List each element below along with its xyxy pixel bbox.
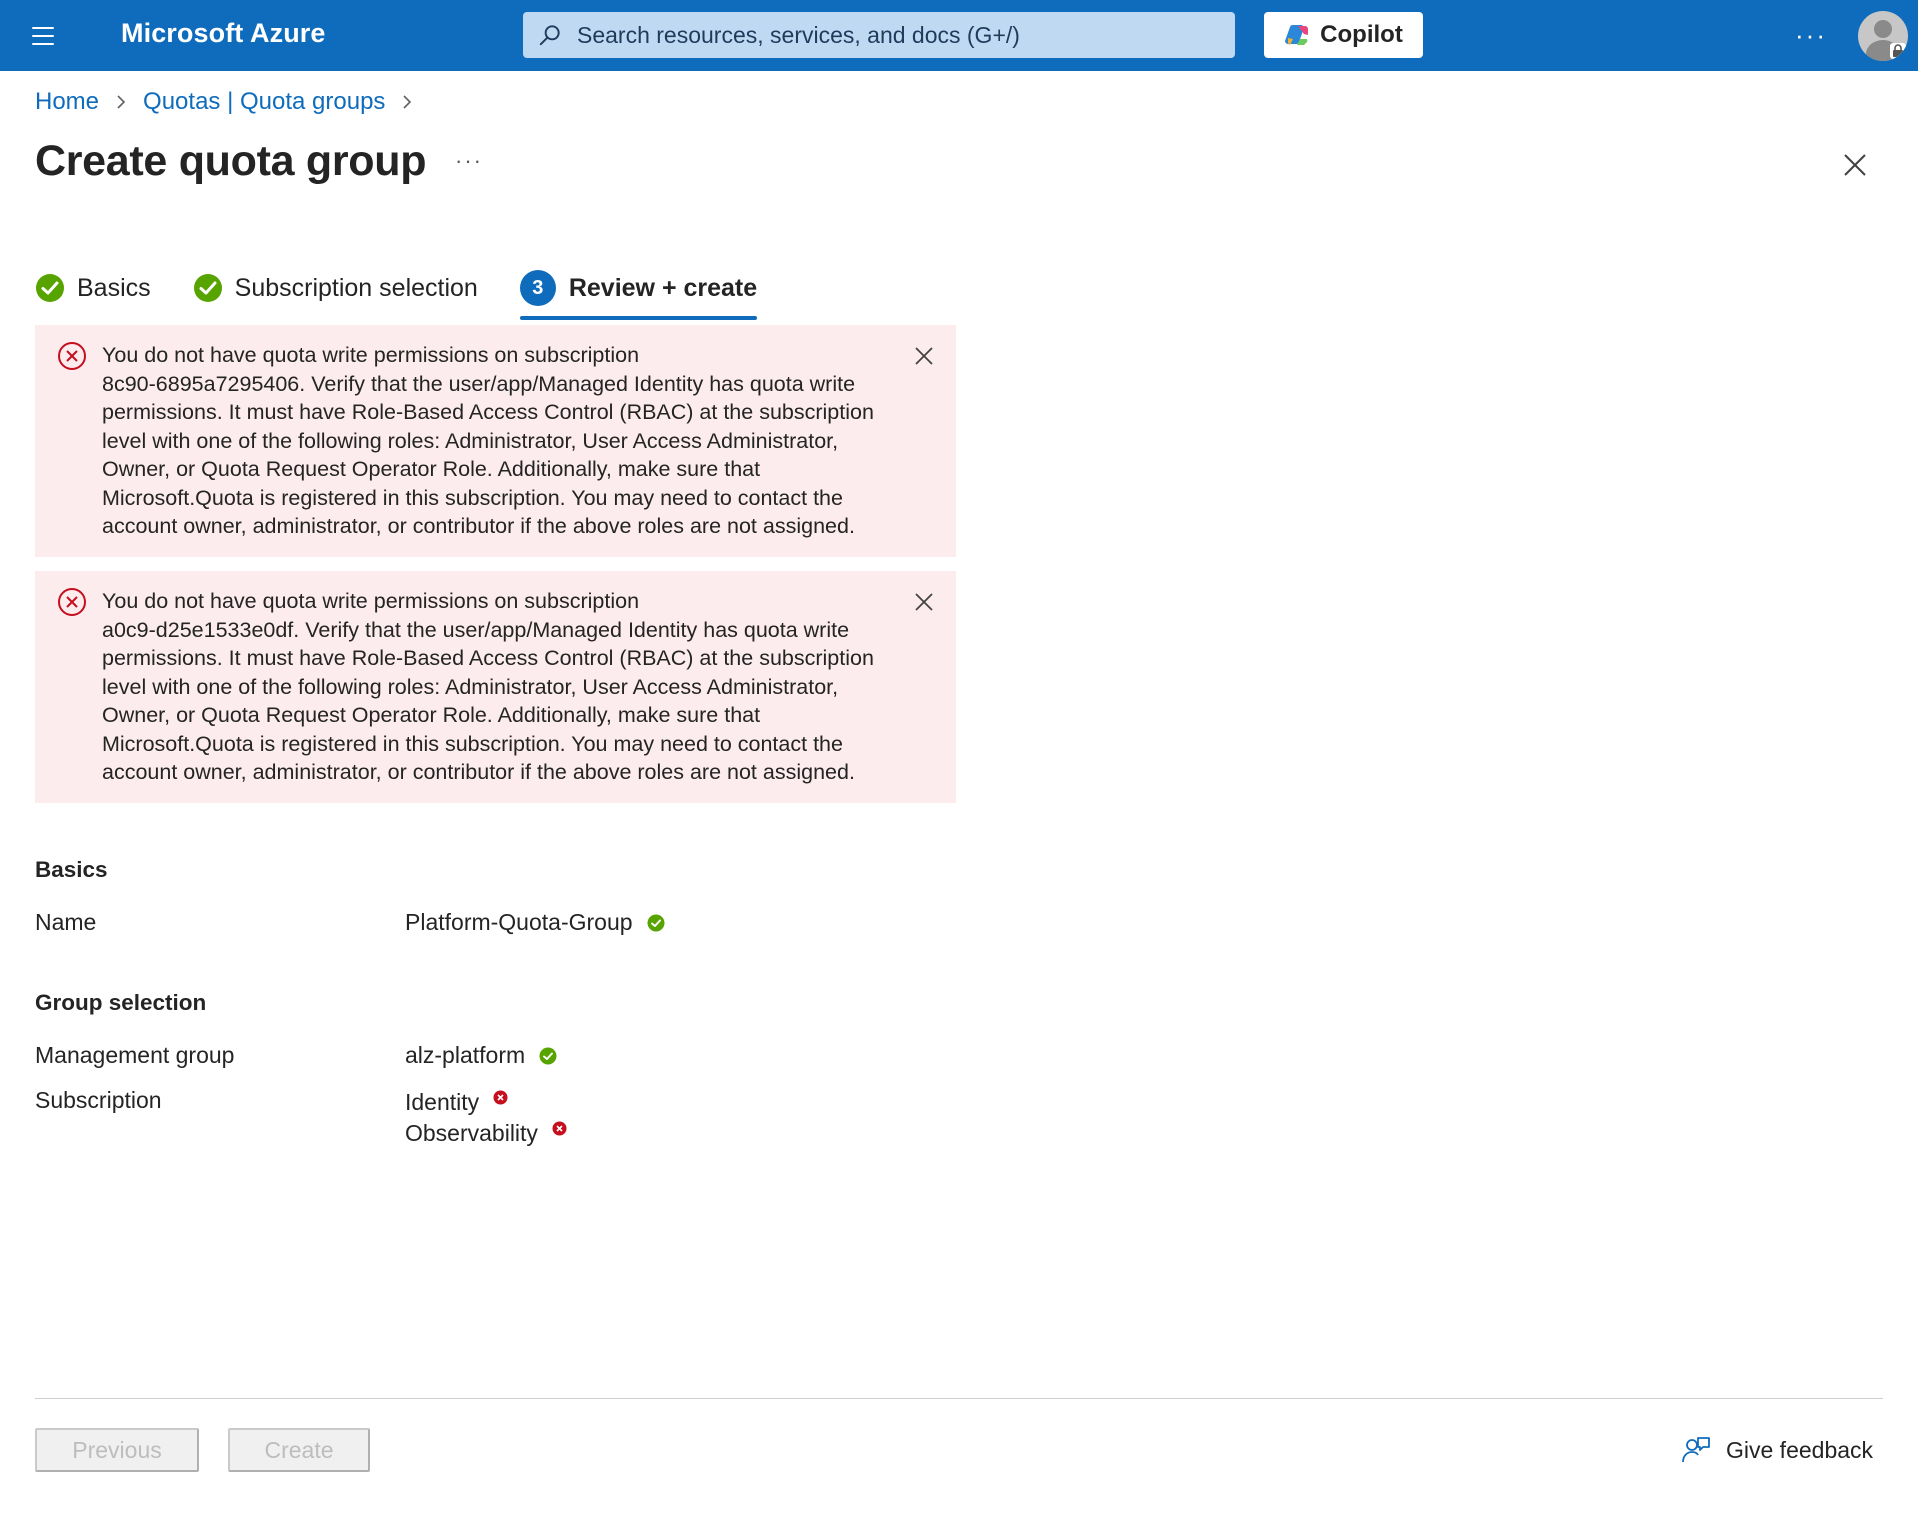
alert-line: Microsoft.Quota is registered in this su…	[102, 485, 843, 510]
name-value: Platform-Quota-Group	[405, 909, 665, 936]
error-alert: You do not have quota write permissions …	[35, 571, 956, 803]
global-search[interactable]	[523, 12, 1235, 58]
copilot-label: Copilot	[1320, 21, 1403, 48]
portal-brand[interactable]: Microsoft Azure	[121, 18, 326, 49]
management-group-text: alz-platform	[405, 1042, 526, 1068]
error-alert: You do not have quota write permissions …	[35, 325, 956, 557]
alert-line: permissions. It must have Role-Based Acc…	[102, 400, 874, 424]
close-icon[interactable]	[1840, 150, 1870, 180]
alert-line: permissions. It must have Role-Based Acc…	[102, 646, 874, 670]
group-selection-heading: Group selection	[35, 990, 207, 1015]
name-label: Name	[35, 909, 97, 935]
avatar[interactable]	[1858, 11, 1908, 61]
feedback-label: Give feedback	[1726, 1436, 1874, 1463]
tab-label: Basics	[77, 273, 151, 302]
subscription-value: Identity	[405, 1089, 508, 1116]
alert-line: You do not have quota write permissions …	[102, 589, 640, 613]
error-circle-icon	[58, 588, 86, 616]
hamburger-menu-icon[interactable]	[22, 19, 64, 53]
alert-line: Owner, or Quota Request Operator Role. A…	[102, 457, 761, 481]
error-circle-icon	[58, 342, 86, 370]
error-badge-icon	[493, 1090, 508, 1105]
lock-icon	[1890, 43, 1906, 59]
search-icon	[539, 25, 560, 46]
name-value-text: Platform-Quota-Group	[405, 909, 633, 935]
subscription-value: Observability	[405, 1120, 567, 1147]
alert-line: Owner, or Quota Request Operator Role. A…	[102, 703, 761, 727]
more-options-icon[interactable]: ···	[1795, 20, 1827, 51]
avatar-head-shape	[1874, 20, 1892, 38]
search-input[interactable]	[577, 21, 1217, 49]
subscription-label: Subscription	[35, 1087, 162, 1113]
breadcrumb-home[interactable]: Home	[35, 88, 99, 116]
subscription-text: Observability	[405, 1120, 538, 1146]
alert-line: a0c9-d25e1533e0df. Verify that the user/…	[102, 617, 850, 642]
alert-line: level with one of the following roles: A…	[102, 428, 839, 453]
error-badge-icon	[552, 1121, 567, 1136]
chevron-right-icon	[115, 93, 127, 111]
subscription-text: Identity	[405, 1089, 480, 1115]
copilot-button[interactable]: Copilot	[1264, 12, 1423, 58]
more-actions-icon[interactable]: ···	[455, 148, 483, 174]
alert-line: account owner, administrator, or contrib…	[102, 514, 855, 538]
chevron-right-icon	[401, 93, 413, 111]
alert-line: account owner, administrator, or contrib…	[102, 760, 855, 784]
basics-heading: Basics	[35, 857, 108, 882]
tab-review-create[interactable]: 3 Review + create	[519, 266, 758, 320]
tab-basics[interactable]: Basics	[35, 266, 151, 310]
alert-line: Microsoft.Quota is registered in this su…	[102, 731, 843, 756]
tab-label: Subscription selection	[234, 273, 478, 302]
check-circle-icon	[539, 1047, 557, 1064]
alert-line: 8c90-6895a7295406. Verify that the user/…	[102, 371, 856, 396]
breadcrumb: Home Quotas | Quota groups	[35, 88, 429, 116]
check-circle-icon	[36, 274, 64, 302]
management-group-label: Management group	[35, 1042, 235, 1068]
alert-message: You do not have quota write permissions …	[102, 587, 876, 787]
create-button[interactable]: Create	[228, 1428, 370, 1472]
management-group-value: alz-platform	[405, 1042, 557, 1069]
dismiss-icon[interactable]	[913, 345, 935, 367]
alert-line: You do not have quota write permissions …	[102, 343, 640, 367]
alert-message: You do not have quota write permissions …	[102, 341, 876, 541]
give-feedback-button[interactable]: Give feedback	[1680, 1434, 1873, 1466]
tab-label: Review + create	[568, 273, 758, 302]
tab-subscription-selection[interactable]: Subscription selection	[193, 266, 478, 310]
step-number-badge: 3	[519, 270, 556, 306]
top-bar: Microsoft Azure Copilot ···	[0, 0, 1918, 71]
alert-line: level with one of the following roles: A…	[102, 674, 839, 699]
dismiss-icon[interactable]	[913, 591, 935, 613]
breadcrumb-quotas[interactable]: Quotas | Quota groups	[143, 88, 385, 116]
feedback-icon	[1682, 1437, 1710, 1463]
footer-divider	[35, 1398, 1883, 1399]
check-circle-icon	[647, 914, 665, 931]
copilot-icon	[1285, 25, 1309, 45]
page-title: Create quota group	[35, 137, 427, 185]
wizard-tabs: Basics Subscription selection 3 Review +…	[35, 266, 799, 320]
check-circle-icon	[193, 274, 222, 302]
previous-button[interactable]: Previous	[35, 1428, 199, 1472]
